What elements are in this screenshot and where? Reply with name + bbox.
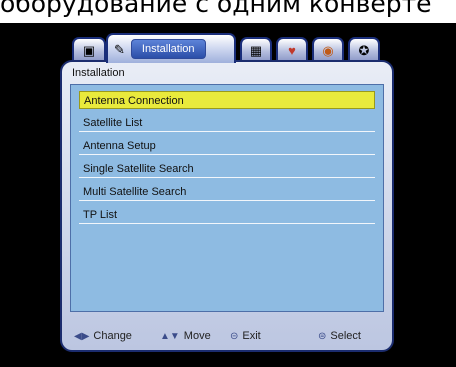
osd-window: ▣ ✎ Installation ▦ ♥ ◉ ✪ Installation An… xyxy=(60,33,394,352)
hint-select-label: Select xyxy=(330,330,361,342)
tv-screen: ▣ ✎ Installation ▦ ♥ ◉ ✪ Installation An… xyxy=(0,23,456,367)
tab-favorites[interactable]: ♥ xyxy=(276,37,308,61)
tab-media[interactable]: ◉ xyxy=(312,37,344,61)
hint-move: ▲▼ Move xyxy=(160,328,211,345)
channels-icon: ▦ xyxy=(249,42,263,58)
hint-move-label: Move xyxy=(183,330,211,342)
settings-icon: ✪ xyxy=(358,42,370,58)
tab-channels[interactable]: ▦ xyxy=(240,37,272,61)
menu-item-multi-satellite-search[interactable]: Multi Satellite Search xyxy=(79,183,375,201)
heart-icon: ♥ xyxy=(288,42,296,58)
tab-dish[interactable]: ▣ xyxy=(72,37,106,61)
exit-button-icon: ⊝ xyxy=(230,331,239,342)
menu-frame: Installation Antenna Connection Satellit… xyxy=(60,60,394,352)
up-down-arrows-icon: ▲▼ xyxy=(160,331,180,342)
ok-button-icon: ⊜ xyxy=(318,331,327,342)
tab-settings[interactable]: ✪ xyxy=(348,37,380,61)
menu-item-single-satellite-search[interactable]: Single Satellite Search xyxy=(79,160,375,178)
left-right-arrows-icon: ◀▶ xyxy=(74,331,90,342)
caption-text: оборудование с одним конверте xyxy=(0,0,432,18)
tools-icon: ✎ xyxy=(114,41,125,57)
dish-icon: ▣ xyxy=(82,42,96,58)
hint-change: ◀▶ Change xyxy=(74,328,132,345)
menu-item-tp-list[interactable]: TP List xyxy=(79,206,375,224)
hint-exit-label: Exit xyxy=(242,330,261,342)
hint-select: ⊜ Select xyxy=(318,328,361,345)
menu-item-antenna-connection[interactable]: Antenna Connection xyxy=(79,91,375,109)
menu-item-antenna-setup[interactable]: Antenna Setup xyxy=(79,137,375,155)
tab-installation-label: Installation xyxy=(130,39,206,59)
hint-exit: ⊝ Exit xyxy=(230,328,261,345)
tab-installation[interactable]: ✎ Installation xyxy=(106,33,236,63)
menu-tabs: ▣ ✎ Installation ▦ ♥ ◉ ✪ xyxy=(72,33,382,63)
media-icon: ◉ xyxy=(322,42,334,58)
key-hint-bar: ◀▶ Change ▲▼ Move ⊝ Exit ⊜ Select xyxy=(74,328,384,344)
menu-item-satellite-list[interactable]: Satellite List xyxy=(79,114,375,132)
hint-change-label: Change xyxy=(93,330,132,342)
installation-menu-list: Antenna Connection Satellite List Antenn… xyxy=(70,84,384,312)
panel-title: Installation xyxy=(72,67,125,79)
